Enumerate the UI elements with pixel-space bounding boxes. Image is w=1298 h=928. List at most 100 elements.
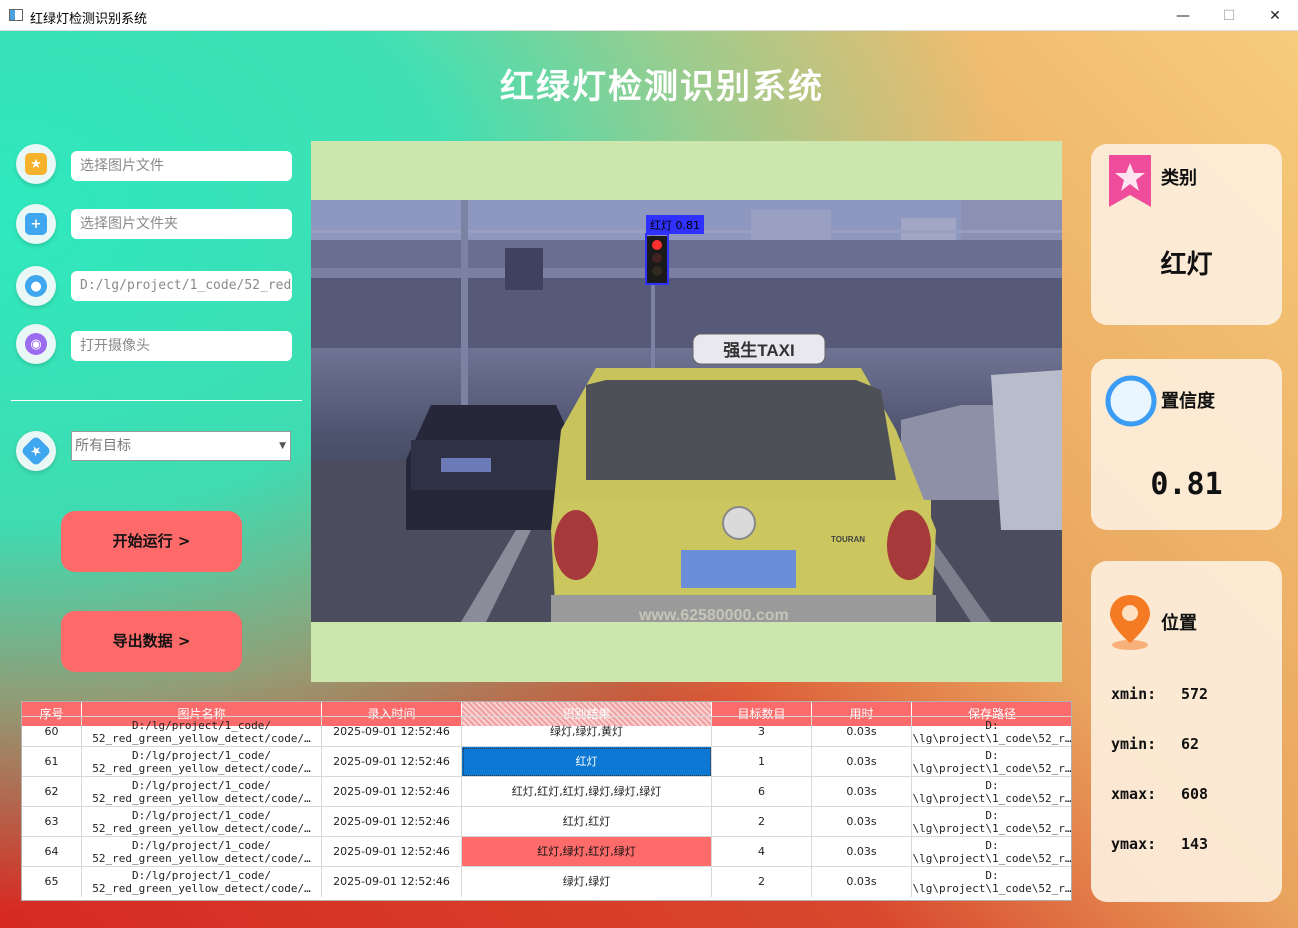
cell-count[interactable]: 2 bbox=[712, 867, 812, 897]
cell-path-line: \lg\project\1_code\52_r… bbox=[912, 852, 1072, 865]
results-table[interactable]: 序号 图片名称 录入时间 识别结果 目标数目 用时 保存路径 60 D:/lg/p… bbox=[21, 701, 1072, 901]
detection-box-label: 红灯 0.81 bbox=[650, 219, 700, 232]
cell-name[interactable]: D:/lg/project/1_code/52_red_green_yellow… bbox=[82, 777, 322, 807]
target-select[interactable]: 所有目标 ▼ bbox=[71, 431, 291, 461]
cell-count[interactable]: 6 bbox=[712, 777, 812, 807]
cell-result[interactable]: 绿灯,绿灯 bbox=[462, 867, 712, 897]
table-row[interactable]: 62 D:/lg/project/1_code/52_red_green_yell… bbox=[22, 776, 1071, 807]
table-row[interactable]: 61 D:/lg/project/1_code/52_red_green_yell… bbox=[22, 746, 1071, 777]
cell-result[interactable]: 红灯,红灯 bbox=[462, 807, 712, 837]
sidebar-divider bbox=[11, 400, 302, 401]
cell-count[interactable]: 3 bbox=[712, 717, 812, 747]
cell-time[interactable]: 2025-09-01 12:52:46 bbox=[322, 837, 462, 867]
cell-id[interactable]: 60 bbox=[22, 717, 82, 747]
image-display: 强生TAXI 红灯 0.81 www.62580000.com TOURAN bbox=[311, 141, 1062, 682]
confidence-label: 置信度 bbox=[1161, 391, 1215, 412]
xmax-value: 608 bbox=[1181, 785, 1209, 803]
cell-path[interactable]: D: \lg\project\1_code\52_r… bbox=[912, 807, 1072, 837]
cell-time[interactable]: 2025-09-01 12:52:46 bbox=[322, 777, 462, 807]
cell-path[interactable]: D: \lg\project\1_code\52_r… bbox=[912, 747, 1071, 777]
cell-path[interactable]: D: \lg\project\1_code\52_r… bbox=[912, 867, 1071, 897]
cell-result[interactable]: 红灯 bbox=[462, 747, 712, 777]
cell-path[interactable]: D: \lg\project\1_code\52_r… bbox=[912, 777, 1071, 807]
xmin-label: xmin: bbox=[1111, 685, 1157, 703]
main-panel: 红绿灯检测识别系统 ★ 选择图片文件 + 选择图片文件夹 ● D:/lg/pro… bbox=[0, 31, 1298, 928]
cell-name-line: D:/lg/project/1_code/ bbox=[131, 779, 272, 792]
cell-cost[interactable]: 0.03s bbox=[812, 867, 912, 897]
image-file-icon[interactable]: ★ bbox=[16, 144, 56, 184]
confidence-card: 置信度 0.81 bbox=[1091, 359, 1282, 530]
class-label: 类别 bbox=[1161, 168, 1197, 189]
cell-cost[interactable]: 0.03s bbox=[812, 807, 912, 837]
cell-name[interactable]: D:/lg/project/1_code/52_red_green_yellow… bbox=[82, 867, 322, 897]
cell-result[interactable]: 绿灯,绿灯,黄灯 bbox=[462, 717, 712, 747]
cell-count[interactable]: 1 bbox=[712, 747, 812, 777]
image-folder-icon[interactable]: + bbox=[16, 204, 56, 244]
cell-name-line: 52_red_green_yellow_detect/code/… bbox=[92, 852, 311, 865]
detection-photo: 强生TAXI 红灯 0.81 www.62580000.com TOURAN bbox=[311, 200, 1062, 622]
webcam-icon: ◉ bbox=[25, 333, 47, 355]
folder-icon: + bbox=[25, 213, 47, 235]
export-button[interactable]: 导出数据 > bbox=[61, 611, 242, 672]
xmax-row: xmax: 608 bbox=[1111, 785, 1208, 803]
ymin-row: ymin: 62 bbox=[1111, 735, 1199, 753]
cell-path-line: D: bbox=[985, 719, 999, 732]
table-row[interactable]: 60 D:/lg/project/1_code/52_red_green_yell… bbox=[22, 716, 1072, 747]
table-row[interactable]: 65 D:/lg/project/1_code/52_red_green_yell… bbox=[22, 866, 1071, 897]
image-file-input[interactable]: 选择图片文件 bbox=[71, 151, 292, 181]
position-label: 位置 bbox=[1161, 613, 1197, 634]
run-button[interactable]: 开始运行 > bbox=[61, 511, 242, 572]
video-icon[interactable]: ● bbox=[16, 266, 56, 306]
cell-name-line: 52_red_green_yellow_detect/code/… bbox=[92, 792, 311, 805]
cell-name[interactable]: D:/lg/project/1_code/52_red_green_yellow… bbox=[82, 807, 322, 837]
cell-path[interactable]: D: \lg\project\1_code\52_r… bbox=[912, 717, 1072, 747]
cell-path[interactable]: D: \lg\project\1_code\52_r… bbox=[912, 837, 1072, 867]
cell-name-line: D:/lg/project/1_code/ bbox=[131, 869, 272, 882]
cell-name[interactable]: D:/lg/project/1_code/52_red_green_yellow… bbox=[82, 747, 322, 777]
camera-icon[interactable]: ◉ bbox=[16, 324, 56, 364]
class-value: 红灯 bbox=[1160, 250, 1213, 280]
cell-cost[interactable]: 0.03s bbox=[812, 777, 912, 807]
location-pin-icon bbox=[1110, 595, 1150, 650]
close-button[interactable]: ✕ bbox=[1252, 0, 1298, 31]
maximize-button[interactable]: ☐ bbox=[1206, 0, 1252, 31]
target-select-value: 所有目标 bbox=[75, 438, 131, 454]
cell-id[interactable]: 65 bbox=[22, 867, 82, 897]
image-folder-input[interactable]: 选择图片文件夹 bbox=[71, 209, 292, 239]
cell-name-line: 52_red_green_yellow_detect/code/… bbox=[92, 882, 311, 895]
camera-input[interactable]: 打开摄像头 bbox=[71, 331, 292, 361]
cell-time[interactable]: 2025-09-01 12:52:46 bbox=[322, 807, 462, 837]
cell-count[interactable]: 4 bbox=[712, 837, 812, 867]
cell-path-line: \lg\project\1_code\52_r… bbox=[912, 822, 1072, 835]
cell-path-line: D: bbox=[985, 749, 999, 762]
cell-result[interactable]: 红灯,绿灯,红灯,绿灯 bbox=[462, 837, 712, 867]
cell-id[interactable]: 62 bbox=[22, 777, 82, 807]
cell-id[interactable]: 64 bbox=[22, 837, 82, 867]
ymax-value: 143 bbox=[1181, 835, 1209, 853]
ymin-value: 62 bbox=[1181, 735, 1200, 753]
cell-name[interactable]: D:/lg/project/1_code/52_red_green_yellow… bbox=[82, 837, 322, 867]
cell-count[interactable]: 2 bbox=[712, 807, 812, 837]
cell-time[interactable]: 2025-09-01 12:52:46 bbox=[322, 747, 462, 777]
cell-path-line: \lg\project\1_code\52_r… bbox=[912, 732, 1072, 745]
cell-name-line: D:/lg/project/1_code/ bbox=[131, 749, 272, 762]
cell-cost[interactable]: 0.03s bbox=[812, 837, 912, 867]
ymin-label: ymin: bbox=[1111, 735, 1157, 753]
cell-path-line: D: bbox=[985, 839, 999, 852]
cell-time[interactable]: 2025-09-01 12:52:46 bbox=[322, 717, 462, 747]
video-path-input[interactable]: D:/lg/project/1_code/52_red_green_yellow… bbox=[71, 271, 292, 301]
cell-cost[interactable]: 0.03s bbox=[812, 747, 912, 777]
minimize-button[interactable]: — bbox=[1160, 0, 1206, 31]
cell-name[interactable]: D:/lg/project/1_code/52_red_green_yellow… bbox=[82, 717, 322, 747]
cell-result[interactable]: 红灯,红灯,红灯,绿灯,绿灯,绿灯 bbox=[462, 777, 712, 807]
table-row[interactable]: 64 D:/lg/project/1_code/52_red_green_yell… bbox=[22, 836, 1072, 867]
confidence-value: 0.81 bbox=[1150, 467, 1223, 502]
confidence-ring-icon bbox=[1105, 375, 1157, 427]
cell-time[interactable]: 2025-09-01 12:52:46 bbox=[322, 867, 462, 897]
table-row[interactable]: 63 D:/lg/project/1_code/52_red_green_yell… bbox=[22, 806, 1072, 837]
cell-id[interactable]: 63 bbox=[22, 807, 82, 837]
app-icon bbox=[9, 9, 23, 21]
cell-cost[interactable]: 0.03s bbox=[812, 717, 912, 747]
tag-icon: ★ bbox=[20, 435, 52, 467]
cell-id[interactable]: 61 bbox=[22, 747, 82, 777]
